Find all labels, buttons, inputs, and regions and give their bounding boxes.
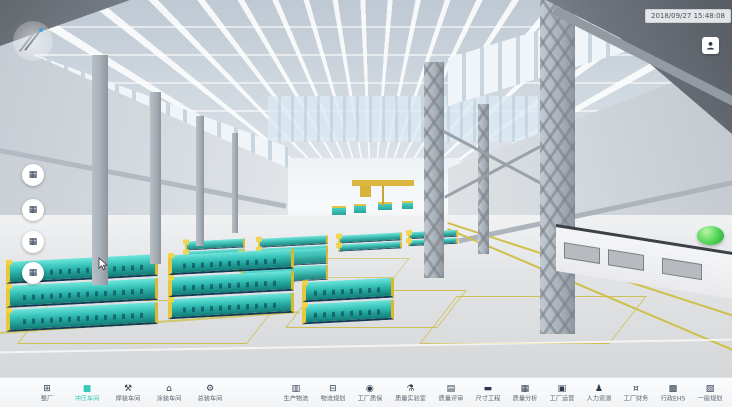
tab-logistics-planning[interactable]: ⊟ 物流规划 xyxy=(319,384,347,403)
machine-icon: ▦ xyxy=(29,206,38,215)
factory-finance-icon: ¤ xyxy=(633,384,639,394)
distant-machine xyxy=(332,206,346,215)
tab-dimension-engineering[interactable]: ▬ 尺寸工程 xyxy=(474,384,502,403)
tab-quality-lab[interactable]: ⚗ 质量实验室 xyxy=(393,384,428,403)
floor-marking xyxy=(419,296,647,344)
admin-ehs-icon: ▩ xyxy=(669,384,678,394)
distant-machine xyxy=(378,202,392,210)
tab-stamping-shop[interactable]: ■ 冲压车间 xyxy=(73,384,101,403)
window xyxy=(662,258,702,280)
tab-quality-review[interactable]: ▤ 质量评审 xyxy=(437,384,465,403)
die-stack[interactable] xyxy=(168,249,294,320)
dimension-engineering-icon: ▬ xyxy=(484,384,493,394)
tab-factory-operations[interactable]: ▣ 工厂运营 xyxy=(548,384,576,403)
machine-quick-button-2[interactable]: ▦ xyxy=(22,199,44,221)
window xyxy=(564,242,600,264)
quality-lab-icon: ⚗ xyxy=(406,384,414,394)
tab-factory-finance[interactable]: ¤ 工厂财务 xyxy=(622,384,650,403)
compass-north-dot xyxy=(39,28,43,32)
die-stack-far xyxy=(338,232,402,251)
crane-hoist-line xyxy=(382,186,384,206)
tab-assembly-shop[interactable]: ⚙ 总装车间 xyxy=(196,384,224,403)
function-nav-group: ▥ 生产物流 ⊟ 物流规划 ◉ 工厂质保 ⚗ 质量实验室 ▤ 质量评审 ▬ 尺寸… xyxy=(282,384,724,403)
compass-widget[interactable] xyxy=(13,21,53,61)
factory-operations-icon: ▣ xyxy=(558,384,567,394)
distant-machine xyxy=(402,201,413,209)
bottom-toolbar: ⊞ 整厂 ■ 冲压车间 ⚒ 焊装车间 ⌂ 涂装车间 ⚙ 总装车间 ▥ xyxy=(0,377,732,407)
plant-overview-icon: ⊞ xyxy=(43,384,51,394)
machine-icon: ▦ xyxy=(29,171,38,180)
factory-qa-icon: ◉ xyxy=(366,384,374,394)
tab-human-resources[interactable]: ♟ 人力资源 xyxy=(585,384,613,403)
machine-icon: ▦ xyxy=(29,269,38,278)
machine-quick-button-1[interactable]: ▦ xyxy=(22,164,44,186)
column xyxy=(92,55,108,285)
mouse-cursor xyxy=(98,256,109,275)
human-resources-icon: ♟ xyxy=(595,384,603,394)
machine-quick-button-3[interactable]: ▦ xyxy=(22,231,44,253)
column xyxy=(196,116,204,246)
crane-cab xyxy=(360,186,371,197)
tab-welding-shop[interactable]: ⚒ 焊装车间 xyxy=(114,384,142,403)
workshop-nav-group: ⊞ 整厂 ■ 冲压车间 ⚒ 焊装车间 ⌂ 涂装车间 ⚙ 总装车间 xyxy=(34,384,224,403)
user-icon xyxy=(706,41,715,50)
die-stack[interactable] xyxy=(302,278,394,325)
tab-production-logistics[interactable]: ▥ 生产物流 xyxy=(282,384,310,403)
general-planning-icon: ▧ xyxy=(706,384,715,394)
machine-quick-button-4[interactable]: ▦ xyxy=(22,262,44,284)
user-button[interactable] xyxy=(702,37,719,54)
production-logistics-icon: ▥ xyxy=(292,384,301,394)
window xyxy=(608,249,644,271)
assembly-shop-icon: ⚙ xyxy=(206,384,214,394)
column xyxy=(540,0,575,334)
tab-paint-shop[interactable]: ⌂ 涂装车间 xyxy=(155,384,183,403)
machine-icon: ▦ xyxy=(29,238,38,247)
digital-factory-app: 2018/09/27 15:48:08 ▦ ▦ ▦ ▦ ⊞ 整厂 ■ 冲压车间 … xyxy=(0,0,732,407)
tab-general-planning[interactable]: ▧ 一般规划 xyxy=(696,384,724,403)
column xyxy=(150,92,161,264)
tab-admin-ehs[interactable]: ▩ 行政EHS xyxy=(659,384,687,403)
tab-factory-qa[interactable]: ◉ 工厂质保 xyxy=(356,384,384,403)
column xyxy=(424,62,444,278)
stamping-shop-icon: ■ xyxy=(83,384,92,394)
timestamp: 2018/09/27 15:48:08 xyxy=(645,9,731,23)
tab-quality-analysis[interactable]: ▦ 质量分析 xyxy=(511,384,539,403)
status-marker[interactable] xyxy=(697,226,724,245)
paint-shop-icon: ⌂ xyxy=(166,384,172,394)
quality-analysis-icon: ▦ xyxy=(521,384,530,394)
column xyxy=(232,133,238,233)
tab-whole-plant[interactable]: ⊞ 整厂 xyxy=(34,384,60,403)
distant-machine xyxy=(354,204,366,213)
3d-viewport[interactable] xyxy=(0,0,732,377)
quality-review-icon: ▤ xyxy=(447,384,456,394)
welding-shop-icon: ⚒ xyxy=(124,384,132,394)
logistics-planning-icon: ⊟ xyxy=(329,384,337,394)
skylight-band xyxy=(268,96,568,142)
